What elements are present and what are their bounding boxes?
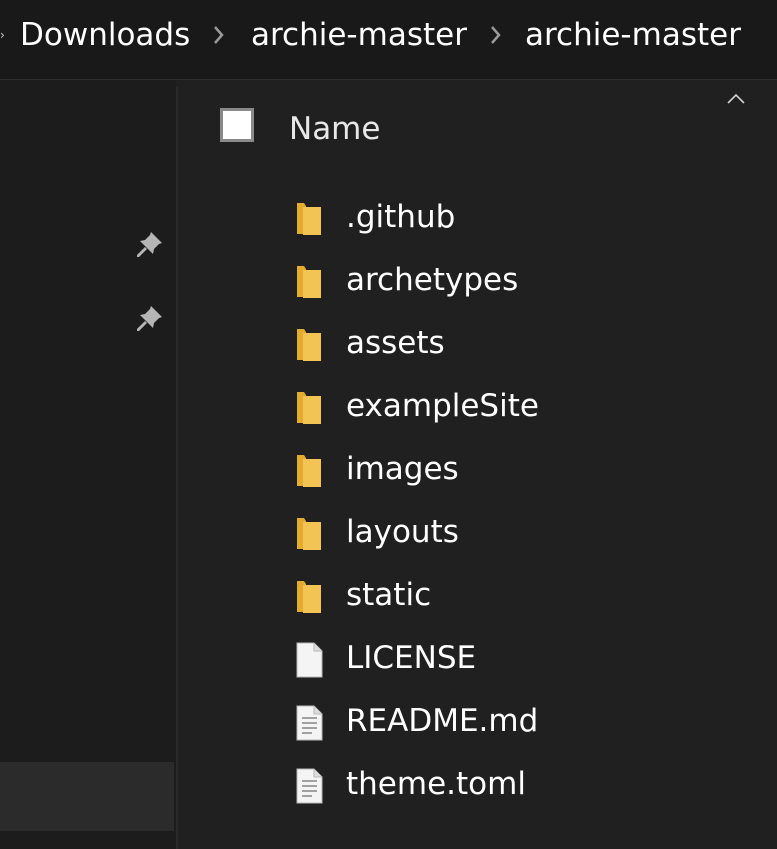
- file-name: .github: [346, 199, 456, 235]
- file-name: LICENSE: [346, 640, 477, 676]
- list-item[interactable]: layouts: [178, 501, 777, 564]
- list-item[interactable]: images: [178, 438, 777, 501]
- crumb-overflow-icon[interactable]: ›: [0, 29, 5, 41]
- list-item[interactable]: assets: [178, 312, 777, 375]
- folder-icon: [297, 581, 321, 613]
- breadcrumb-item-downloads[interactable]: Downloads: [20, 14, 190, 56]
- file-name: images: [346, 451, 459, 487]
- text-file-icon: [296, 768, 323, 804]
- folder-icon: [297, 455, 321, 487]
- column-header-name[interactable]: Name: [289, 108, 380, 150]
- address-bar: › Downloads archie-master archie-master: [0, 0, 777, 80]
- file-name: layouts: [346, 514, 459, 550]
- file-name: assets: [346, 325, 445, 361]
- folder-icon: [297, 392, 321, 424]
- folder-icon: [297, 329, 321, 361]
- folder-icon: [297, 203, 321, 235]
- navigation-pane: [0, 80, 176, 849]
- list-item[interactable]: static: [178, 564, 777, 627]
- list-item[interactable]: .github: [178, 186, 777, 249]
- list-item[interactable]: LICENSE: [178, 627, 777, 690]
- list-item[interactable]: exampleSite: [178, 375, 777, 438]
- breadcrumb-item-archie-master-current[interactable]: archie-master: [525, 14, 741, 56]
- file-name: static: [346, 577, 432, 613]
- text-file-icon: [296, 705, 323, 741]
- select-all-checkbox[interactable]: [220, 108, 254, 142]
- pin-icon[interactable]: [134, 302, 166, 334]
- list-item[interactable]: README.md: [178, 690, 777, 753]
- chevron-right-icon[interactable]: [212, 24, 226, 46]
- sort-up-icon[interactable]: [726, 93, 746, 105]
- folder-icon: [297, 266, 321, 298]
- file-list: Name .github archetypes assets exampleSi…: [178, 88, 777, 849]
- file-name: archetypes: [346, 262, 519, 298]
- file-icon: [296, 642, 323, 678]
- list-item[interactable]: theme.toml: [178, 753, 777, 816]
- file-name: exampleSite: [346, 388, 539, 424]
- list-item[interactable]: archetypes: [178, 249, 777, 312]
- breadcrumb-item-archie-master[interactable]: archie-master: [251, 14, 467, 56]
- pin-icon[interactable]: [134, 228, 166, 260]
- file-name: README.md: [346, 703, 539, 739]
- folder-icon: [297, 518, 321, 550]
- file-name: theme.toml: [346, 766, 526, 802]
- nav-item-selected[interactable]: [0, 762, 174, 831]
- chevron-right-icon[interactable]: [489, 24, 503, 46]
